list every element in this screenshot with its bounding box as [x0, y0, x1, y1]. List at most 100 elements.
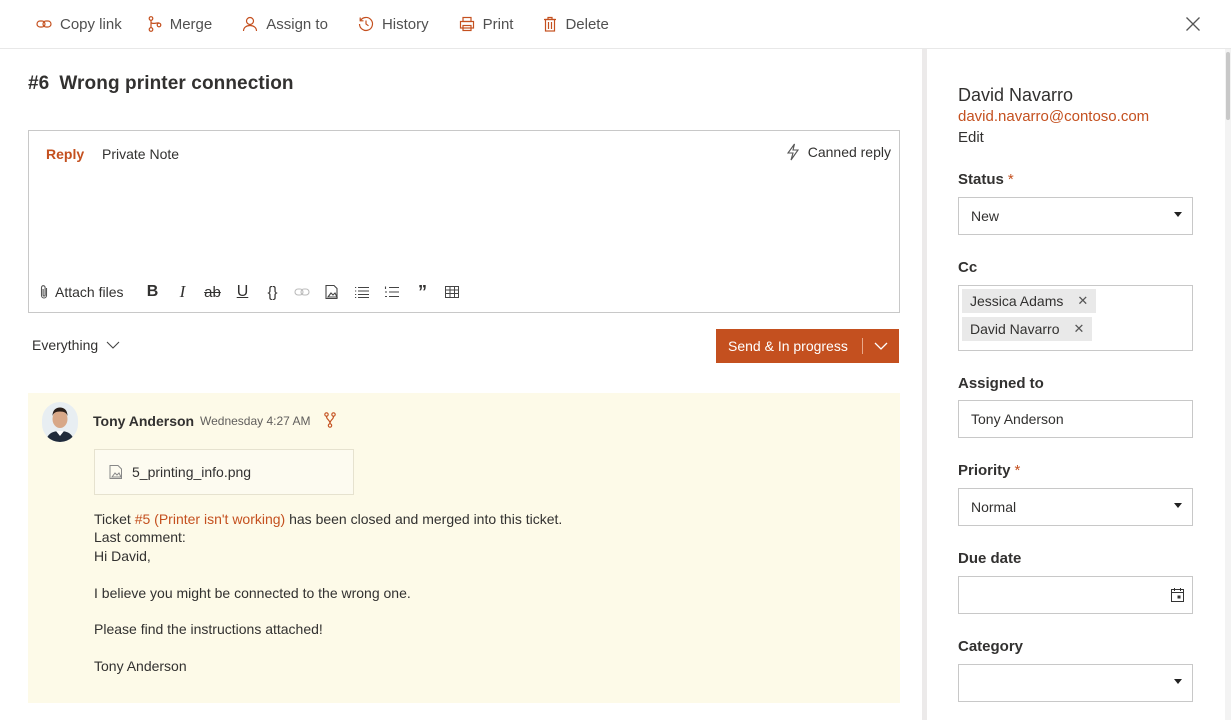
- history-button[interactable]: History: [358, 0, 429, 49]
- person-icon: [243, 16, 258, 32]
- delete-label: Delete: [565, 15, 609, 33]
- required-marker: *: [1014, 462, 1021, 479]
- strikethrough-button[interactable]: ab: [197, 281, 227, 303]
- attachment-file[interactable]: 5_printing_info.png: [94, 449, 354, 495]
- print-button[interactable]: Print: [459, 0, 514, 49]
- assigned-to-label: Assigned to: [958, 375, 1044, 392]
- braces-icon: {}: [267, 283, 278, 301]
- assign-to-button[interactable]: Assign to: [242, 0, 328, 49]
- send-split-button: Send & In progress: [716, 329, 899, 363]
- close-button[interactable]: [1185, 16, 1201, 35]
- table-icon: [445, 286, 460, 298]
- bulleted-list-button[interactable]: [347, 281, 377, 303]
- priority-select[interactable]: Normal: [958, 488, 1193, 526]
- command-bar: Copy link Merge Assign to History Print …: [0, 0, 1231, 49]
- reply-editor[interactable]: Reply Private Note Canned reply Attach f…: [28, 130, 900, 313]
- assigned-to-field[interactable]: Tony Anderson: [958, 400, 1193, 438]
- required-marker: *: [1007, 171, 1014, 188]
- chevron-down-icon: [874, 342, 888, 350]
- body-blank-line: [94, 639, 562, 657]
- cc-label: Cc: [958, 259, 978, 276]
- body-text: Last comment:: [94, 529, 186, 546]
- tab-private-note[interactable]: Private Note: [102, 146, 179, 162]
- calendar-icon[interactable]: [1171, 588, 1184, 602]
- delete-button[interactable]: Delete: [543, 0, 609, 49]
- message-body: Ticket #5 (Printer isn't working) has be…: [94, 510, 562, 676]
- cc-chip: David Navarro ✕: [962, 317, 1093, 341]
- copy-link-button[interactable]: Copy link: [36, 0, 122, 49]
- underline-icon: U: [236, 283, 249, 300]
- ticket-title: #6 Wrong printer connection: [28, 73, 294, 95]
- avatar: [42, 402, 78, 442]
- insert-image-button[interactable]: [317, 281, 347, 303]
- status-label-text: Status: [958, 171, 1004, 188]
- bullet-list-icon: [355, 286, 370, 298]
- merge-icon: [324, 412, 336, 428]
- print-label: Print: [482, 15, 514, 33]
- italic-button[interactable]: I: [167, 281, 197, 303]
- send-in-progress-button[interactable]: Send & In progress: [716, 338, 862, 354]
- remove-chip-icon[interactable]: ✕: [1077, 293, 1088, 309]
- message-author: Tony Anderson: [93, 413, 195, 429]
- link-icon: [294, 288, 311, 296]
- numbered-list-button[interactable]: [377, 281, 407, 303]
- status-label: Status *: [958, 171, 1014, 188]
- category-select[interactable]: [958, 664, 1193, 702]
- priority-label: Priority *: [958, 462, 1020, 479]
- lightning-icon: [786, 143, 799, 161]
- table-button[interactable]: [437, 281, 467, 303]
- quote-button[interactable]: ”: [407, 281, 437, 303]
- merge-button[interactable]: Merge: [148, 0, 212, 49]
- formatting-toolbar: Attach files B I ab U {} ”: [39, 281, 467, 303]
- strikethrough-icon: ab: [204, 283, 221, 301]
- image-icon: [325, 284, 339, 300]
- edit-contact-link[interactable]: Edit: [958, 129, 984, 146]
- body-text: has been closed and merged into this tic…: [285, 511, 563, 527]
- canned-reply-label: Canned reply: [807, 144, 891, 160]
- body-text: Hi David,: [94, 547, 151, 564]
- body-blank-line: [94, 565, 562, 583]
- contact-name: David Navarro: [958, 85, 1074, 105]
- activity-filter-value: Everything: [32, 337, 99, 353]
- cc-field[interactable]: Jessica Adams ✕ David Navarro ✕: [958, 285, 1193, 351]
- cc-chip: Jessica Adams ✕: [962, 289, 1097, 313]
- code-button[interactable]: {}: [257, 281, 287, 303]
- quote-icon: ”: [417, 282, 427, 302]
- caret-down-icon: [1174, 212, 1182, 217]
- scrollbar[interactable]: [1225, 49, 1231, 720]
- bold-button[interactable]: B: [137, 281, 167, 303]
- send-options-button[interactable]: [863, 342, 899, 350]
- copy-link-label: Copy link: [60, 15, 122, 33]
- activity-filter-dropdown[interactable]: Everything: [32, 337, 120, 353]
- chevron-down-icon: [106, 341, 120, 349]
- trash-icon: [544, 16, 557, 32]
- close-icon: [1186, 17, 1200, 31]
- history-label: History: [381, 15, 429, 33]
- status-select[interactable]: New: [958, 197, 1193, 235]
- merge-icon: [148, 16, 162, 32]
- tab-reply[interactable]: Reply: [46, 146, 84, 162]
- underline-button[interactable]: U: [227, 281, 257, 303]
- paperclip-icon: [40, 285, 48, 299]
- message-card: Tony Anderson Wednesday 4:27 AM 5_printi…: [28, 393, 900, 703]
- cc-chip-label: David Navarro: [970, 321, 1060, 337]
- ticket-number: #6: [28, 73, 50, 94]
- insert-link-button[interactable]: [287, 281, 317, 303]
- print-icon: [459, 16, 474, 32]
- contact-email[interactable]: david.navarro@contoso.com: [958, 108, 1149, 125]
- scrollbar-thumb[interactable]: [1226, 52, 1230, 120]
- ticket-link[interactable]: #5 (Printer isn't working): [135, 511, 286, 527]
- italic-icon: I: [179, 282, 186, 301]
- image-file-icon: [109, 465, 122, 479]
- history-icon: [358, 16, 374, 32]
- link-icon: [36, 20, 52, 28]
- due-date-label: Due date: [958, 550, 1022, 567]
- canned-reply-button[interactable]: Canned reply: [786, 143, 891, 161]
- attach-files-button[interactable]: Attach files: [39, 284, 123, 300]
- numbered-list-icon: [385, 286, 400, 298]
- remove-chip-icon[interactable]: ✕: [1073, 321, 1084, 337]
- body-text: I believe you might be connected to the …: [94, 584, 411, 601]
- caret-down-icon: [1174, 679, 1182, 684]
- body-text: Please find the instructions attached!: [94, 621, 323, 638]
- due-date-field[interactable]: [958, 576, 1193, 614]
